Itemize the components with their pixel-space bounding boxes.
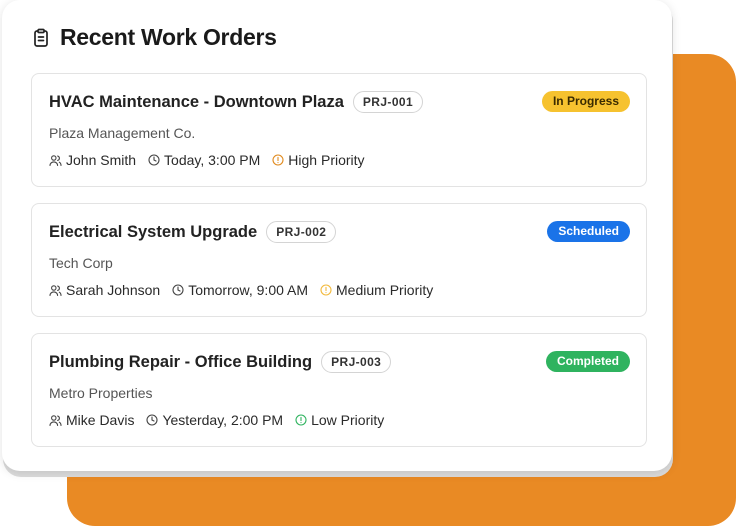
work-order-list: HVAC Maintenance - Downtown Plaza PRJ-00… — [31, 73, 647, 463]
stage: Recent Work Orders HVAC Maintenance - Do… — [0, 0, 736, 526]
clock-icon — [172, 284, 184, 296]
priority: Low Priority — [295, 412, 384, 428]
client-name: Tech Corp — [49, 255, 113, 271]
alert-circle-icon — [272, 154, 284, 166]
time-text: Tomorrow, 9:00 AM — [188, 282, 309, 298]
work-order-card[interactable]: Plumbing Repair - Office Building PRJ-00… — [31, 333, 647, 447]
work-order-title[interactable]: HVAC Maintenance - Downtown Plaza — [49, 93, 344, 112]
card-header: Electrical System Upgrade PRJ-002 — [49, 221, 337, 243]
clock-icon — [148, 154, 160, 166]
assignee-name: John Smith — [66, 152, 137, 168]
work-order-meta: Mike Davis Yesterday, 2:00 PM Low Priori… — [49, 412, 384, 428]
status-badge: In Progress — [541, 91, 630, 112]
schedule-time: Yesterday, 2:00 PM — [146, 412, 283, 428]
card-header: HVAC Maintenance - Downtown Plaza PRJ-00… — [49, 91, 424, 113]
status-badge: Scheduled — [547, 221, 630, 242]
schedule-time: Tomorrow, 9:00 AM — [172, 282, 308, 298]
assignee: Mike Davis — [49, 412, 134, 428]
alert-circle-icon — [320, 284, 332, 296]
work-order-card[interactable]: Electrical System Upgrade PRJ-002 Schedu… — [31, 203, 647, 317]
work-order-title[interactable]: Plumbing Repair - Office Building — [49, 353, 312, 372]
assignee: Sarah Johnson — [49, 282, 160, 298]
card-header: Plumbing Repair - Office Building PRJ-00… — [49, 351, 392, 373]
work-order-meta: Sarah Johnson Tomorrow, 9:00 AM Medium P… — [49, 282, 433, 298]
schedule-time: Today, 3:00 PM — [148, 152, 260, 168]
work-orders-panel: Recent Work Orders HVAC Maintenance - Do… — [2, 0, 672, 471]
assignee-name: Sarah Johnson — [66, 282, 161, 298]
users-icon — [49, 284, 62, 297]
users-icon — [49, 154, 62, 167]
client-name: Plaza Management Co. — [49, 125, 196, 141]
priority-text: Medium Priority — [336, 282, 434, 298]
assignee-name: Mike Davis — [66, 412, 135, 428]
assignee: John Smith — [49, 152, 136, 168]
alert-circle-icon — [295, 414, 307, 426]
priority-text: High Priority — [288, 152, 365, 168]
clock-icon — [146, 414, 159, 426]
priority-text: Low Priority — [311, 412, 385, 428]
time-text: Today, 3:00 PM — [164, 152, 261, 168]
panel-title: Recent Work Orders — [60, 24, 277, 50]
panel-header: Recent Work Orders — [32, 24, 277, 51]
status-badge: Completed — [545, 351, 630, 372]
users-icon — [49, 414, 62, 427]
priority: Medium Priority — [320, 282, 433, 298]
client-name: Metro Properties — [49, 385, 153, 401]
work-order-meta: John Smith Today, 3:00 PM High Priority — [49, 152, 365, 168]
work-order-title[interactable]: Electrical System Upgrade — [49, 223, 257, 242]
project-id-chip: PRJ-001 — [352, 91, 424, 113]
project-id-chip: PRJ-002 — [266, 221, 337, 243]
project-id-chip: PRJ-003 — [321, 351, 392, 373]
work-order-card[interactable]: HVAC Maintenance - Downtown Plaza PRJ-00… — [31, 73, 647, 187]
clipboard-icon — [32, 28, 50, 48]
time-text: Yesterday, 2:00 PM — [162, 412, 284, 428]
priority: High Priority — [272, 152, 365, 168]
